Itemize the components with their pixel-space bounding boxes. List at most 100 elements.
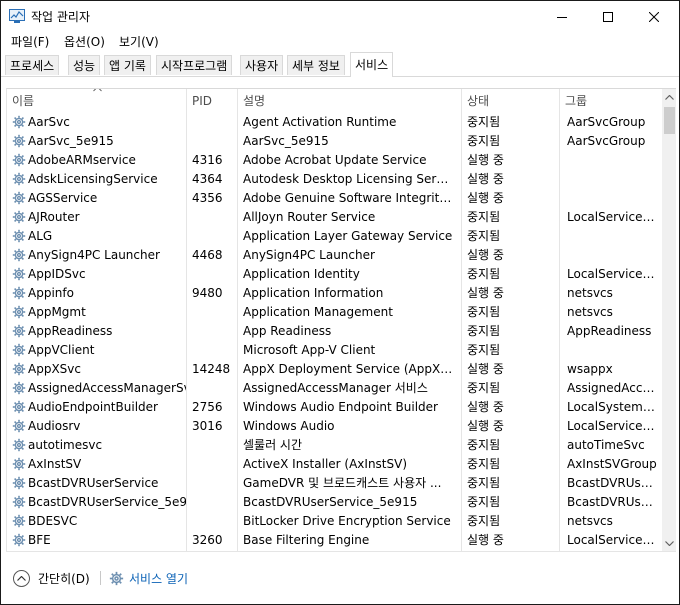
service-status: 중지됨 — [467, 267, 501, 281]
menu-file[interactable]: 파일(F) — [11, 33, 49, 50]
service-name-cell: autotimesvc — [12, 436, 186, 455]
service-description: Agent Activation Runtime — [243, 115, 397, 129]
service-gear-icon — [12, 229, 26, 246]
service-name-cell: AppVClient — [12, 341, 186, 360]
tab-users[interactable]: 사용자 — [240, 55, 284, 75]
table-row[interactable]: AssignedAccessManagerSvc AssignedAccessMa… — [7, 379, 662, 398]
service-group: AarSvcGroup — [567, 134, 646, 148]
service-name-cell: AGSService — [12, 189, 186, 208]
minimize-button[interactable] — [539, 1, 585, 32]
scroll-down-button[interactable] — [662, 535, 676, 551]
table-row[interactable]: AGSService 4356 Adobe Genuine Software Int… — [7, 189, 662, 208]
service-name-cell: AxInstSV — [12, 455, 186, 474]
scroll-up-button[interactable] — [662, 89, 676, 106]
title-bar[interactable]: 작업 관리자 — [1, 1, 679, 32]
table-row[interactable]: AppVClient Microsoft App-V Client 중지됨 — [7, 341, 662, 360]
service-name-cell: AdobeARMservice — [12, 151, 186, 170]
service-pid — [192, 512, 236, 531]
table-row[interactable]: AudioEndpointBuilder 2756 Windows Audio En… — [7, 398, 662, 417]
table-row[interactable]: AppIDSvc Application Identity 중지됨 LocalServ… — [7, 265, 662, 284]
table-row[interactable]: AarSvc Agent Activation Runtime 중지됨 AarSvcG… — [7, 113, 662, 132]
service-name: AdskLicensingService — [28, 172, 158, 186]
service-gear-icon — [12, 305, 26, 322]
service-pid — [192, 113, 236, 132]
table-row[interactable]: AdskLicensingService 4364 Autodesk Desktop… — [7, 170, 662, 189]
services-table: 이름 PID 설명 상태 그룹 AarSvc Agent Activation R… — [6, 88, 676, 552]
tab-details[interactable]: 세부 정보 — [287, 55, 345, 75]
service-description: Autodesk Desktop Licensing Service — [243, 172, 455, 186]
column-header-status[interactable]: 상태 — [462, 89, 560, 113]
service-status: 중지됨 — [467, 457, 501, 471]
service-name: autotimesvc — [28, 438, 103, 452]
table-row[interactable]: AnySign4PC Launcher 4468 AnySign4PC Launch… — [7, 246, 662, 265]
vertical-scrollbar[interactable] — [662, 89, 676, 551]
tab-performance[interactable]: 성능 — [68, 55, 101, 75]
service-group: AarSvcGroup — [567, 115, 646, 129]
service-description: Adobe Acrobat Update Service — [243, 153, 427, 167]
column-header-pid[interactable]: PID — [187, 89, 238, 113]
service-group — [567, 151, 659, 170]
table-row[interactable]: AarSvc_5e915 AarSvc_5e915 중지됨 AarSvcGroup — [7, 132, 662, 151]
service-name-cell: Appinfo — [12, 284, 186, 303]
service-pid: 4468 — [192, 248, 223, 262]
tab-startup[interactable]: 시작프로그램 — [156, 55, 233, 75]
table-row[interactable]: BFE 3260 Base Filtering Engine 실행 중 LocalSer… — [7, 531, 662, 550]
scrollbar-thumb[interactable] — [664, 107, 675, 134]
tab-services[interactable]: 서비스 — [350, 52, 394, 77]
open-services-link[interactable]: 서비스 열기 — [109, 568, 188, 588]
table-row[interactable]: AxInstSV ActiveX Installer (AxInstSV) 중지됨 A… — [7, 455, 662, 474]
service-name: AxInstSV — [28, 457, 82, 471]
service-status: 중지됨 — [467, 381, 501, 395]
service-pid — [192, 208, 236, 227]
table-row[interactable]: BcastDVRUserService_5e915 BcastDVRUserSer… — [7, 493, 662, 512]
service-name-cell: AnySign4PC Launcher — [12, 246, 186, 265]
tab-processes[interactable]: 프로세스 — [5, 55, 60, 75]
menu-view[interactable]: 보기(V) — [119, 33, 159, 50]
table-row[interactable]: Audiosrv 3016 Windows Audio 실행 중 LocalServic… — [7, 417, 662, 436]
service-group — [567, 189, 659, 208]
task-manager-app-icon — [9, 9, 25, 23]
table-row[interactable]: AdobeARMservice 4316 Adobe Acrobat Update … — [7, 151, 662, 170]
fewer-details-button[interactable]: 간단히(D) — [13, 568, 90, 588]
service-name-cell: Audiosrv — [12, 417, 186, 436]
tab-app-history[interactable]: 앱 기록 — [104, 55, 151, 75]
column-header-name[interactable]: 이름 — [7, 89, 187, 113]
table-row[interactable]: AJRouter AllJoyn Router Service 중지됨 LocalSe… — [7, 208, 662, 227]
service-status: 실행 중 — [467, 248, 504, 262]
scroll-up-arrow-icon — [665, 95, 674, 100]
service-group — [567, 341, 659, 360]
table-row[interactable]: AppMgmt Application Management 중지됨 netsvcs — [7, 303, 662, 322]
fewer-details-label: 간단히(D) — [38, 571, 90, 586]
service-group: LocalSystemN... — [567, 400, 659, 414]
service-group: BcastDVRUser... — [567, 495, 659, 509]
table-row[interactable]: BcastDVRUserService GameDVR 및 브로드캐스트 사용자 … — [7, 474, 662, 493]
table-row[interactable]: AppXSvc 14248 AppX Deployment Service (App… — [7, 360, 662, 379]
service-status: 중지됨 — [467, 438, 501, 452]
table-row[interactable]: ALG Application Layer Gateway Service 중지됨 — [7, 227, 662, 246]
service-name-cell: BDESVC — [12, 512, 186, 531]
service-gear-icon — [12, 286, 26, 303]
service-gear-icon — [12, 514, 26, 531]
column-header-group[interactable]: 그룹 — [560, 89, 662, 113]
table-row[interactable]: Appinfo 9480 Application Information 실행 중 ne… — [7, 284, 662, 303]
column-desc-label: 설명 — [243, 94, 266, 108]
column-header-description[interactable]: 설명 — [238, 89, 462, 113]
service-status: 실행 중 — [467, 286, 504, 300]
table-row[interactable]: AppReadiness App Readiness 중지됨 AppReadiness — [7, 322, 662, 341]
service-status: 실행 중 — [467, 191, 504, 205]
table-row[interactable]: BDESVC BitLocker Drive Encryption Service… — [7, 512, 662, 531]
gear-icon — [109, 571, 124, 585]
close-button[interactable] — [631, 1, 677, 32]
service-pid: 14248 — [192, 362, 231, 376]
task-manager-window: 작업 관리자 파일(F) 옵션(O) 보기(V) 프로세스 성능 앱 기록 시작… — [0, 0, 680, 605]
sort-ascending-icon — [93, 89, 102, 92]
service-gear-icon — [12, 495, 26, 512]
table-row[interactable]: autotimesvc 셀룰러 시간 중지됨 autoTimeSvc — [7, 436, 662, 455]
menu-options[interactable]: 옵션(O) — [64, 33, 105, 50]
service-name: AdobeARMservice — [28, 153, 136, 167]
maximize-button[interactable] — [585, 1, 631, 32]
service-group: AppReadiness — [567, 324, 652, 338]
table-body: AarSvc Agent Activation Runtime 중지됨 AarSvcG… — [7, 113, 662, 550]
table-header: 이름 PID 설명 상태 그룹 — [7, 89, 662, 113]
service-description: BitLocker Drive Encryption Service — [243, 514, 451, 528]
